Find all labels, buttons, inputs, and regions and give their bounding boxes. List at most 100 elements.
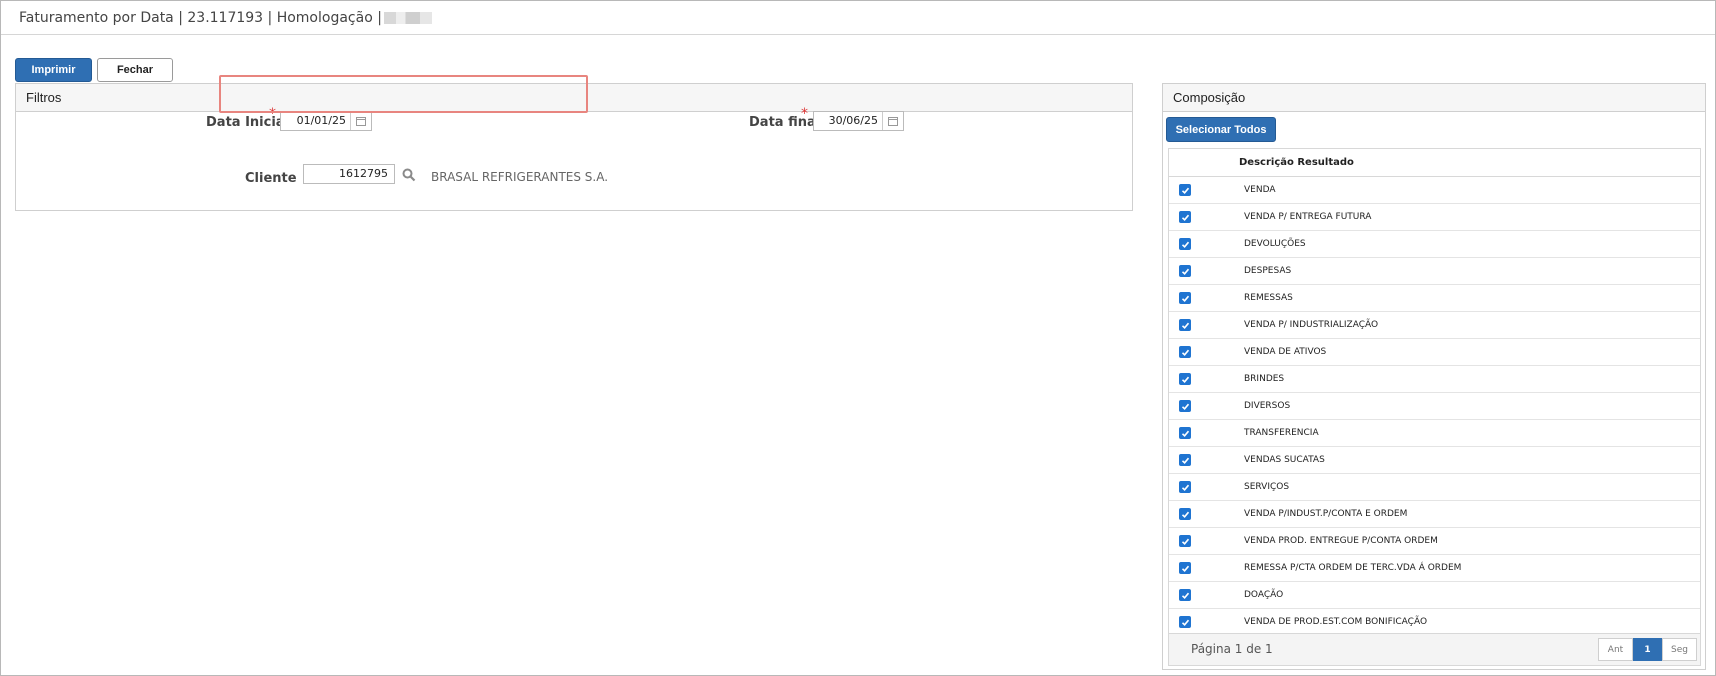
page-1-button[interactable]: 1: [1633, 638, 1662, 661]
row-checkbox[interactable]: [1179, 427, 1191, 439]
end-date-label: Data final: [749, 115, 821, 130]
row-checkbox[interactable]: [1179, 265, 1191, 277]
row-label: DOAÇÃO: [1244, 590, 1284, 600]
table-row: DIVERSOS: [1169, 393, 1700, 420]
grid-header: Descrição Resultado: [1169, 149, 1700, 177]
table-row: VENDA P/INDUST.P/CONTA E ORDEM: [1169, 501, 1700, 528]
pagination-bar: Página 1 de 1 Ant 1 Seg: [1169, 633, 1700, 665]
column-header-description: Descrição Resultado: [1239, 157, 1354, 168]
row-label: DEVOLUÇÕES: [1244, 239, 1306, 249]
table-row: DEVOLUÇÕES: [1169, 231, 1700, 258]
table-row: VENDA P/ ENTREGA FUTURA: [1169, 204, 1700, 231]
table-row: VENDA DE PROD.EST.COM BONIFICAÇÃO: [1169, 609, 1700, 636]
search-icon[interactable]: [402, 167, 416, 186]
row-checkbox[interactable]: [1179, 508, 1191, 520]
check-icon: [1181, 241, 1189, 248]
check-icon: [1181, 214, 1189, 221]
row-checkbox[interactable]: [1179, 373, 1191, 385]
check-icon: [1181, 268, 1189, 275]
client-name: BRASAL REFRIGERANTES S.A.: [431, 170, 609, 184]
row-label: SERVIÇOS: [1244, 482, 1290, 492]
calendar-icon[interactable]: [882, 112, 903, 130]
row-label: VENDA: [1244, 185, 1276, 195]
client-highlight-box: [219, 75, 588, 113]
row-checkbox[interactable]: [1179, 562, 1191, 574]
calendar-icon[interactable]: [350, 112, 371, 130]
row-label: REMESSA P/CTA ORDEM DE TERC.VDA Á ORDEM: [1244, 563, 1462, 573]
table-row: DESPESAS: [1169, 258, 1700, 285]
start-date-value: 01/01/25: [296, 114, 346, 127]
check-icon: [1181, 322, 1189, 329]
redacted-block: [383, 12, 432, 24]
check-icon: [1181, 430, 1189, 437]
row-checkbox[interactable]: [1179, 400, 1191, 412]
check-icon: [1181, 187, 1189, 194]
title-bar: Faturamento por Data | 23.117193 | Homol…: [1, 1, 1715, 35]
row-checkbox[interactable]: [1179, 184, 1191, 196]
print-button[interactable]: Imprimir: [15, 58, 92, 82]
row-checkbox[interactable]: [1179, 454, 1191, 466]
row-checkbox[interactable]: [1179, 589, 1191, 601]
row-label: VENDAS SUCATAS: [1244, 455, 1325, 465]
row-label: VENDA P/INDUST.P/CONTA E ORDEM: [1244, 509, 1408, 519]
composition-panel: Composição Selecionar Todos Descrição Re…: [1162, 83, 1706, 670]
client-label: Cliente: [245, 171, 297, 186]
table-row: DOAÇÃO: [1169, 582, 1700, 609]
required-marker: *: [801, 106, 808, 122]
row-label: VENDA DE ATIVOS: [1244, 347, 1327, 357]
row-checkbox[interactable]: [1179, 319, 1191, 331]
row-checkbox[interactable]: [1179, 292, 1191, 304]
composition-panel-title: Composição: [1163, 84, 1705, 112]
app-window: Faturamento por Data | 23.117193 | Homol…: [0, 0, 1716, 676]
row-label: VENDA DE PROD.EST.COM BONIFICAÇÃO: [1244, 617, 1428, 627]
row-label: VENDA PROD. ENTREGUE P/CONTA ORDEM: [1244, 536, 1438, 546]
row-checkbox[interactable]: [1179, 616, 1191, 628]
table-row: VENDAS SUCATAS: [1169, 447, 1700, 474]
row-label: DIVERSOS: [1244, 401, 1291, 411]
table-row: TRANSFERENCIA: [1169, 420, 1700, 447]
table-row: SERVIÇOS: [1169, 474, 1700, 501]
check-icon: [1181, 349, 1189, 356]
row-label: REMESSAS: [1244, 293, 1293, 303]
check-icon: [1181, 592, 1189, 599]
table-row: BRINDES: [1169, 366, 1700, 393]
check-icon: [1181, 295, 1189, 302]
composition-grid: Descrição Resultado VENDA VENDA P/ ENTREG…: [1168, 148, 1701, 666]
check-icon: [1181, 457, 1189, 464]
row-checkbox[interactable]: [1179, 238, 1191, 250]
end-date-input[interactable]: 30/06/25: [813, 111, 904, 131]
check-icon: [1181, 619, 1189, 626]
check-icon: [1181, 511, 1189, 518]
end-date-value: 30/06/25: [828, 114, 878, 127]
table-row: REMESSA P/CTA ORDEM DE TERC.VDA Á ORDEM: [1169, 555, 1700, 582]
table-row: VENDA: [1169, 177, 1700, 204]
page-info: Página 1 de 1: [1191, 642, 1273, 656]
check-icon: [1181, 538, 1189, 545]
check-icon: [1181, 565, 1189, 572]
next-page-button[interactable]: Seg: [1662, 638, 1697, 661]
table-row: REMESSAS: [1169, 285, 1700, 312]
row-checkbox[interactable]: [1179, 211, 1191, 223]
row-checkbox[interactable]: [1179, 346, 1191, 358]
check-icon: [1181, 403, 1189, 410]
start-date-input[interactable]: 01/01/25: [280, 111, 372, 131]
row-label: VENDA P/ ENTREGA FUTURA: [1244, 212, 1372, 222]
row-label: BRINDES: [1244, 374, 1285, 384]
close-button[interactable]: Fechar: [97, 58, 173, 82]
window-title: Faturamento por Data | 23.117193 | Homol…: [19, 10, 432, 26]
prev-page-button[interactable]: Ant: [1598, 638, 1633, 661]
table-row: VENDA PROD. ENTREGUE P/CONTA ORDEM: [1169, 528, 1700, 555]
check-icon: [1181, 484, 1189, 491]
row-checkbox[interactable]: [1179, 535, 1191, 547]
window-title-text: Faturamento por Data | 23.117193 | Homol…: [19, 10, 382, 26]
select-all-button[interactable]: Selecionar Todos: [1166, 117, 1276, 142]
row-label: DESPESAS: [1244, 266, 1292, 276]
table-row: VENDA P/ INDUSTRIALIZAÇÃO: [1169, 312, 1700, 339]
start-date-label: Data Inicial: [206, 115, 290, 130]
row-label: VENDA P/ INDUSTRIALIZAÇÃO: [1244, 320, 1379, 330]
check-icon: [1181, 376, 1189, 383]
table-row: VENDA DE ATIVOS: [1169, 339, 1700, 366]
grid-rows: VENDA VENDA P/ ENTREGA FUTURA DEVOLUÇÕES DE…: [1169, 177, 1700, 636]
client-code-input[interactable]: 1612795: [303, 164, 395, 184]
row-checkbox[interactable]: [1179, 481, 1191, 493]
